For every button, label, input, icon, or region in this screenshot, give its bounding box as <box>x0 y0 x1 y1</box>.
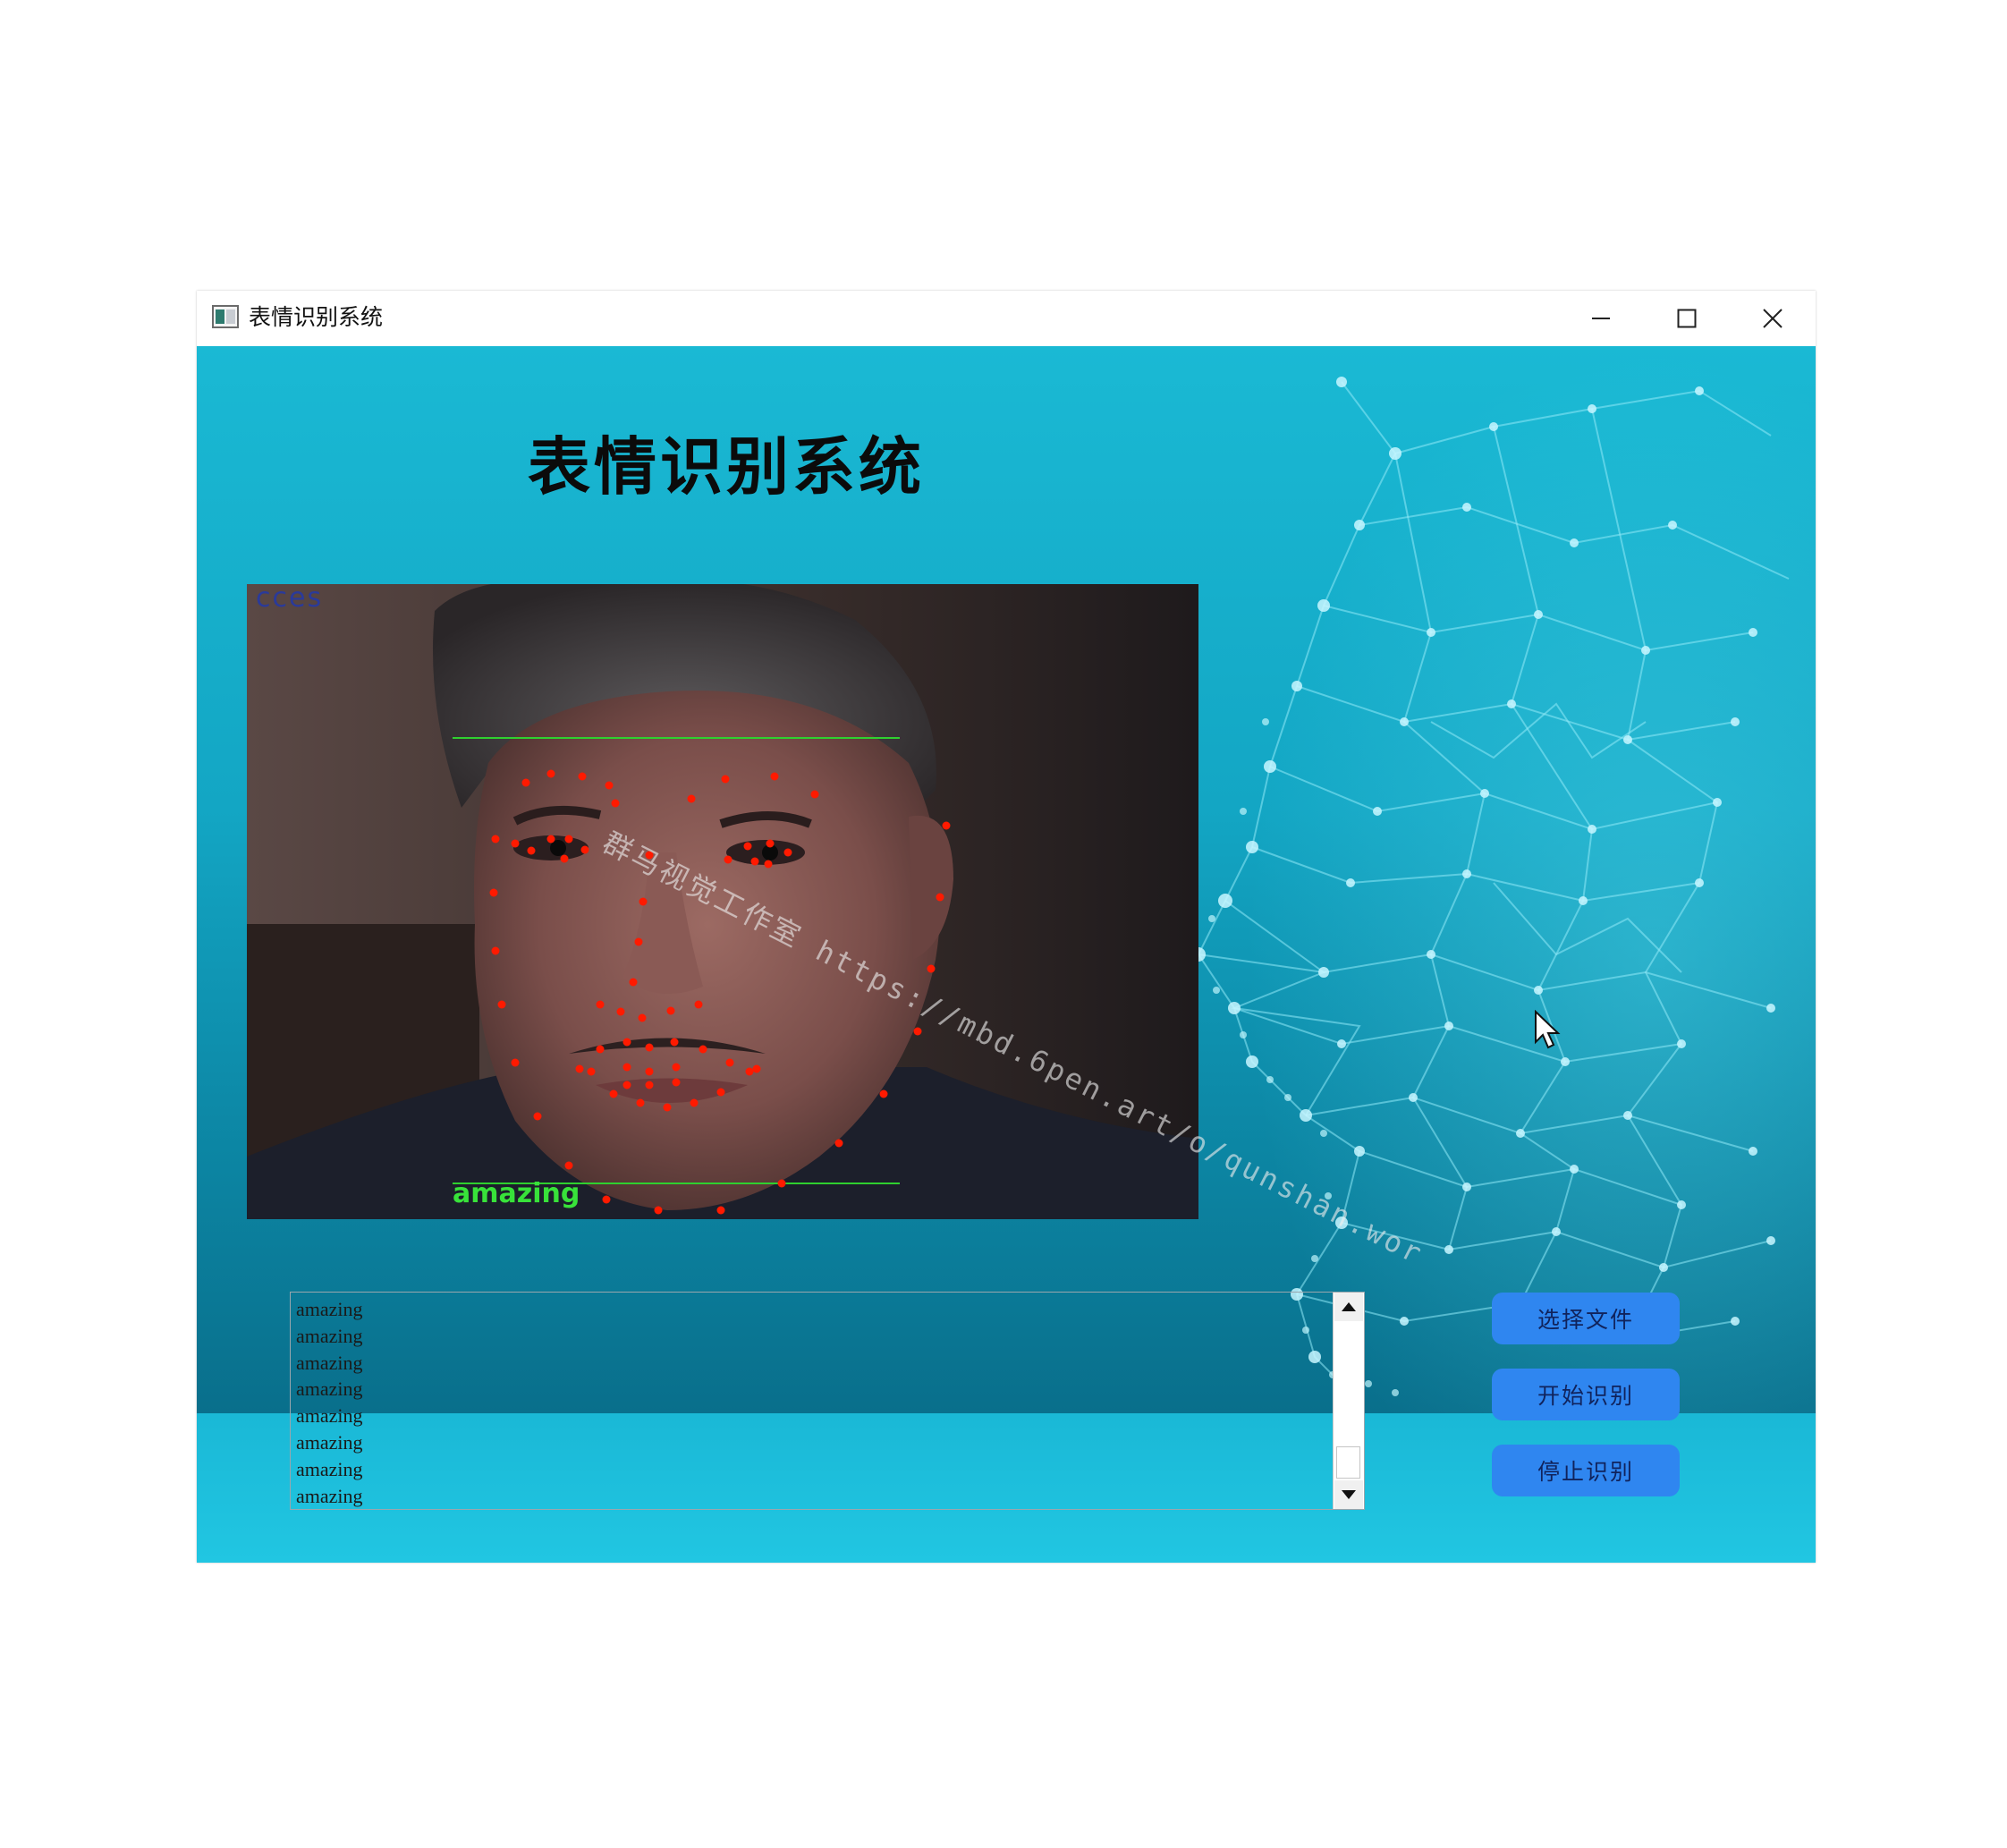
minimize-button[interactable] <box>1558 291 1644 346</box>
maximize-button[interactable] <box>1644 291 1730 346</box>
arrow-up-icon <box>1342 1302 1356 1311</box>
scroll-up-button[interactable] <box>1334 1293 1363 1321</box>
log-line: amazing <box>296 1298 363 1320</box>
scroll-thumb[interactable] <box>1336 1446 1360 1479</box>
minimize-icon <box>1592 318 1610 319</box>
log-line: amazing <box>296 1484 363 1507</box>
app-icon <box>212 305 239 328</box>
log-line: amazing <box>296 1378 363 1401</box>
log-line: amazing <box>296 1457 363 1480</box>
log-lines: amazing amazing amazing amazing amazing … <box>296 1296 1325 1509</box>
log-line: amazing <box>296 1430 363 1454</box>
title-bar[interactable]: 表情识别系统 <box>197 291 1816 346</box>
scroll-down-button[interactable] <box>1334 1480 1363 1509</box>
log-scrollbar[interactable] <box>1333 1293 1364 1509</box>
window-title: 表情识别系统 <box>249 304 384 330</box>
app-window: 表情识别系统 表情识别系统 cces amazing 群马视觉工作室 https… <box>197 291 1816 1563</box>
video-overlay-text: cces <box>256 584 324 614</box>
select-file-button[interactable]: 选择文件 <box>1492 1293 1680 1344</box>
close-button[interactable] <box>1730 291 1816 346</box>
log-line: amazing <box>296 1404 363 1428</box>
log-line: amazing <box>296 1324 363 1347</box>
result-log[interactable]: amazing amazing amazing amazing amazing … <box>290 1292 1365 1510</box>
arrow-down-icon <box>1342 1490 1356 1499</box>
start-recognition-button[interactable]: 开始识别 <box>1492 1369 1680 1420</box>
emotion-label: amazing <box>453 1178 580 1209</box>
maximize-icon <box>1677 309 1697 328</box>
stop-recognition-button[interactable]: 停止识别 <box>1492 1445 1680 1496</box>
log-line: amazing <box>296 1351 363 1374</box>
close-icon <box>1763 309 1783 328</box>
mouse-cursor-icon <box>1535 1010 1561 1049</box>
main-panel: 表情识别系统 cces amazing 群马视觉工作室 https://mbd.… <box>197 346 1816 1563</box>
page-title: 表情识别系统 <box>528 430 925 504</box>
